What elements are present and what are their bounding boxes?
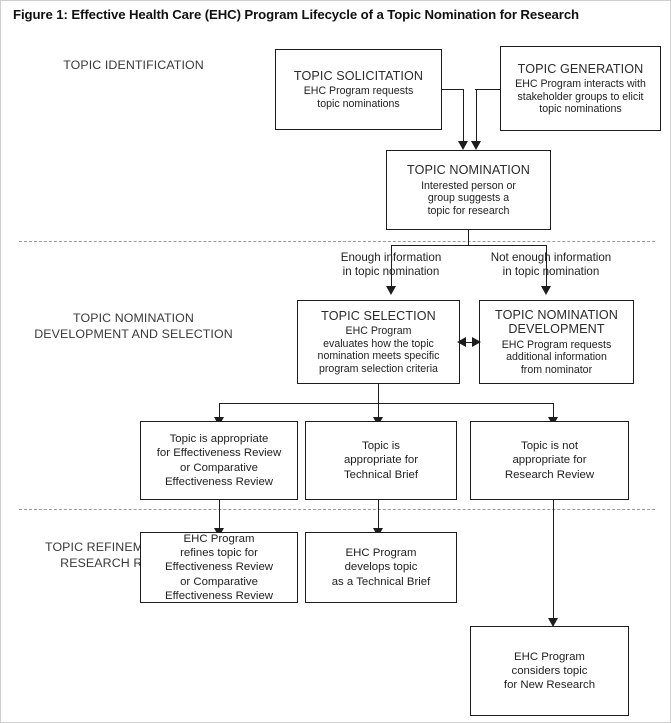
node-topic-generation-body: EHC Program interacts with stakeholder g…	[515, 78, 646, 115]
arrowhead-solicitation-to-nomination	[458, 141, 468, 150]
stage-label-topic-identification: TOPIC IDENTIFICATION	[63, 58, 204, 72]
node-topic-selection-body: EHC Program evaluates how the topic nomi…	[317, 325, 440, 375]
section-divider-identification	[19, 241, 655, 242]
node-outcome-not-appropriate-body: Topic is not appropriate for Research Re…	[504, 440, 595, 481]
node-topic-nomination-development-body: EHC Program requests additional informat…	[501, 338, 612, 376]
node-topic-generation-title: TOPIC GENERATION	[517, 61, 644, 76]
connector-generation-vertical	[476, 89, 477, 143]
figure-title: Figure 1: Effective Health Care (EHC) Pr…	[13, 7, 580, 22]
node-outcome-not-appropriate[interactable]: Topic is not appropriate for Research Re…	[470, 421, 629, 500]
node-topic-solicitation-body: EHC Program requests topic nominations	[303, 85, 414, 110]
connector-refine-effectiveness-vertical	[219, 500, 220, 530]
arrowhead-to-nomination-development	[541, 286, 551, 295]
connector-nomination-split-bar	[391, 245, 546, 246]
node-topic-nomination-development[interactable]: TOPIC NOMINATION DEVELOPMENT EHC Program…	[479, 300, 634, 384]
node-topic-selection-title: TOPIC SELECTION	[321, 308, 436, 323]
figure-container: Figure 1: Effective Health Care (EHC) Pr…	[0, 0, 671, 723]
node-consider-new-research-body: EHC Program considers topic for New Rese…	[503, 650, 596, 692]
connector-develop-technical-brief-vertical	[378, 500, 379, 530]
connector-outcome-split-bar	[219, 403, 554, 404]
arrowhead-generation-to-nomination	[471, 141, 481, 150]
arrowhead-to-topic-selection	[386, 286, 396, 295]
node-develop-technical-brief[interactable]: EHC Program develops topic as a Technica…	[305, 532, 457, 603]
node-outcome-effectiveness-review-body: Topic is appropriate for Effectiveness R…	[156, 433, 282, 488]
node-outcome-effectiveness-review[interactable]: Topic is appropriate for Effectiveness R…	[140, 421, 298, 500]
node-outcome-technical-brief[interactable]: Topic is appropriate for Technical Brief	[305, 421, 457, 500]
arrowhead-selection-to-development	[472, 337, 481, 347]
node-topic-solicitation-title: TOPIC SOLICITATION	[293, 68, 424, 83]
node-consider-new-research[interactable]: EHC Program considers topic for New Rese…	[470, 626, 629, 716]
connector-generation-horizontal	[475, 89, 501, 90]
edge-label-not-enough-information: Not enough information in topic nominati…	[490, 251, 612, 278]
node-topic-selection[interactable]: TOPIC SELECTION EHC Program evaluates ho…	[297, 300, 460, 384]
node-topic-generation[interactable]: TOPIC GENERATION EHC Program interacts w…	[500, 46, 661, 131]
connector-nomination-stem	[468, 230, 469, 246]
connector-selection-stem	[378, 384, 379, 404]
node-refine-effectiveness-review-body: EHC Program refines topic for Effectiven…	[164, 533, 274, 602]
node-develop-technical-brief-body: EHC Program develops topic as a Technica…	[331, 547, 431, 588]
stage-label-topic-nomination-development: TOPIC NOMINATION DEVELOPMENT AND SELECTI…	[34, 311, 233, 341]
node-topic-nomination[interactable]: TOPIC NOMINATION Interested person or gr…	[386, 150, 551, 230]
node-topic-nomination-development-title: TOPIC NOMINATION DEVELOPMENT	[495, 307, 618, 337]
connector-solicitation-vertical	[463, 89, 464, 143]
node-outcome-technical-brief-body: Topic is appropriate for Technical Brief	[343, 440, 419, 481]
connector-solicitation-horizontal	[442, 89, 464, 90]
node-topic-nomination-title: TOPIC NOMINATION	[407, 163, 530, 178]
edge-label-enough-information: Enough information in topic nomination	[340, 251, 442, 278]
arrowhead-development-to-selection	[457, 337, 466, 347]
node-topic-solicitation[interactable]: TOPIC SOLICITATION EHC Program requests …	[275, 49, 442, 130]
node-refine-effectiveness-review[interactable]: EHC Program refines topic for Effectiven…	[140, 532, 298, 603]
node-topic-nomination-body: Interested person or group suggests a to…	[421, 179, 516, 217]
section-divider-selection	[19, 509, 655, 510]
connector-new-research-vertical	[553, 500, 554, 621]
